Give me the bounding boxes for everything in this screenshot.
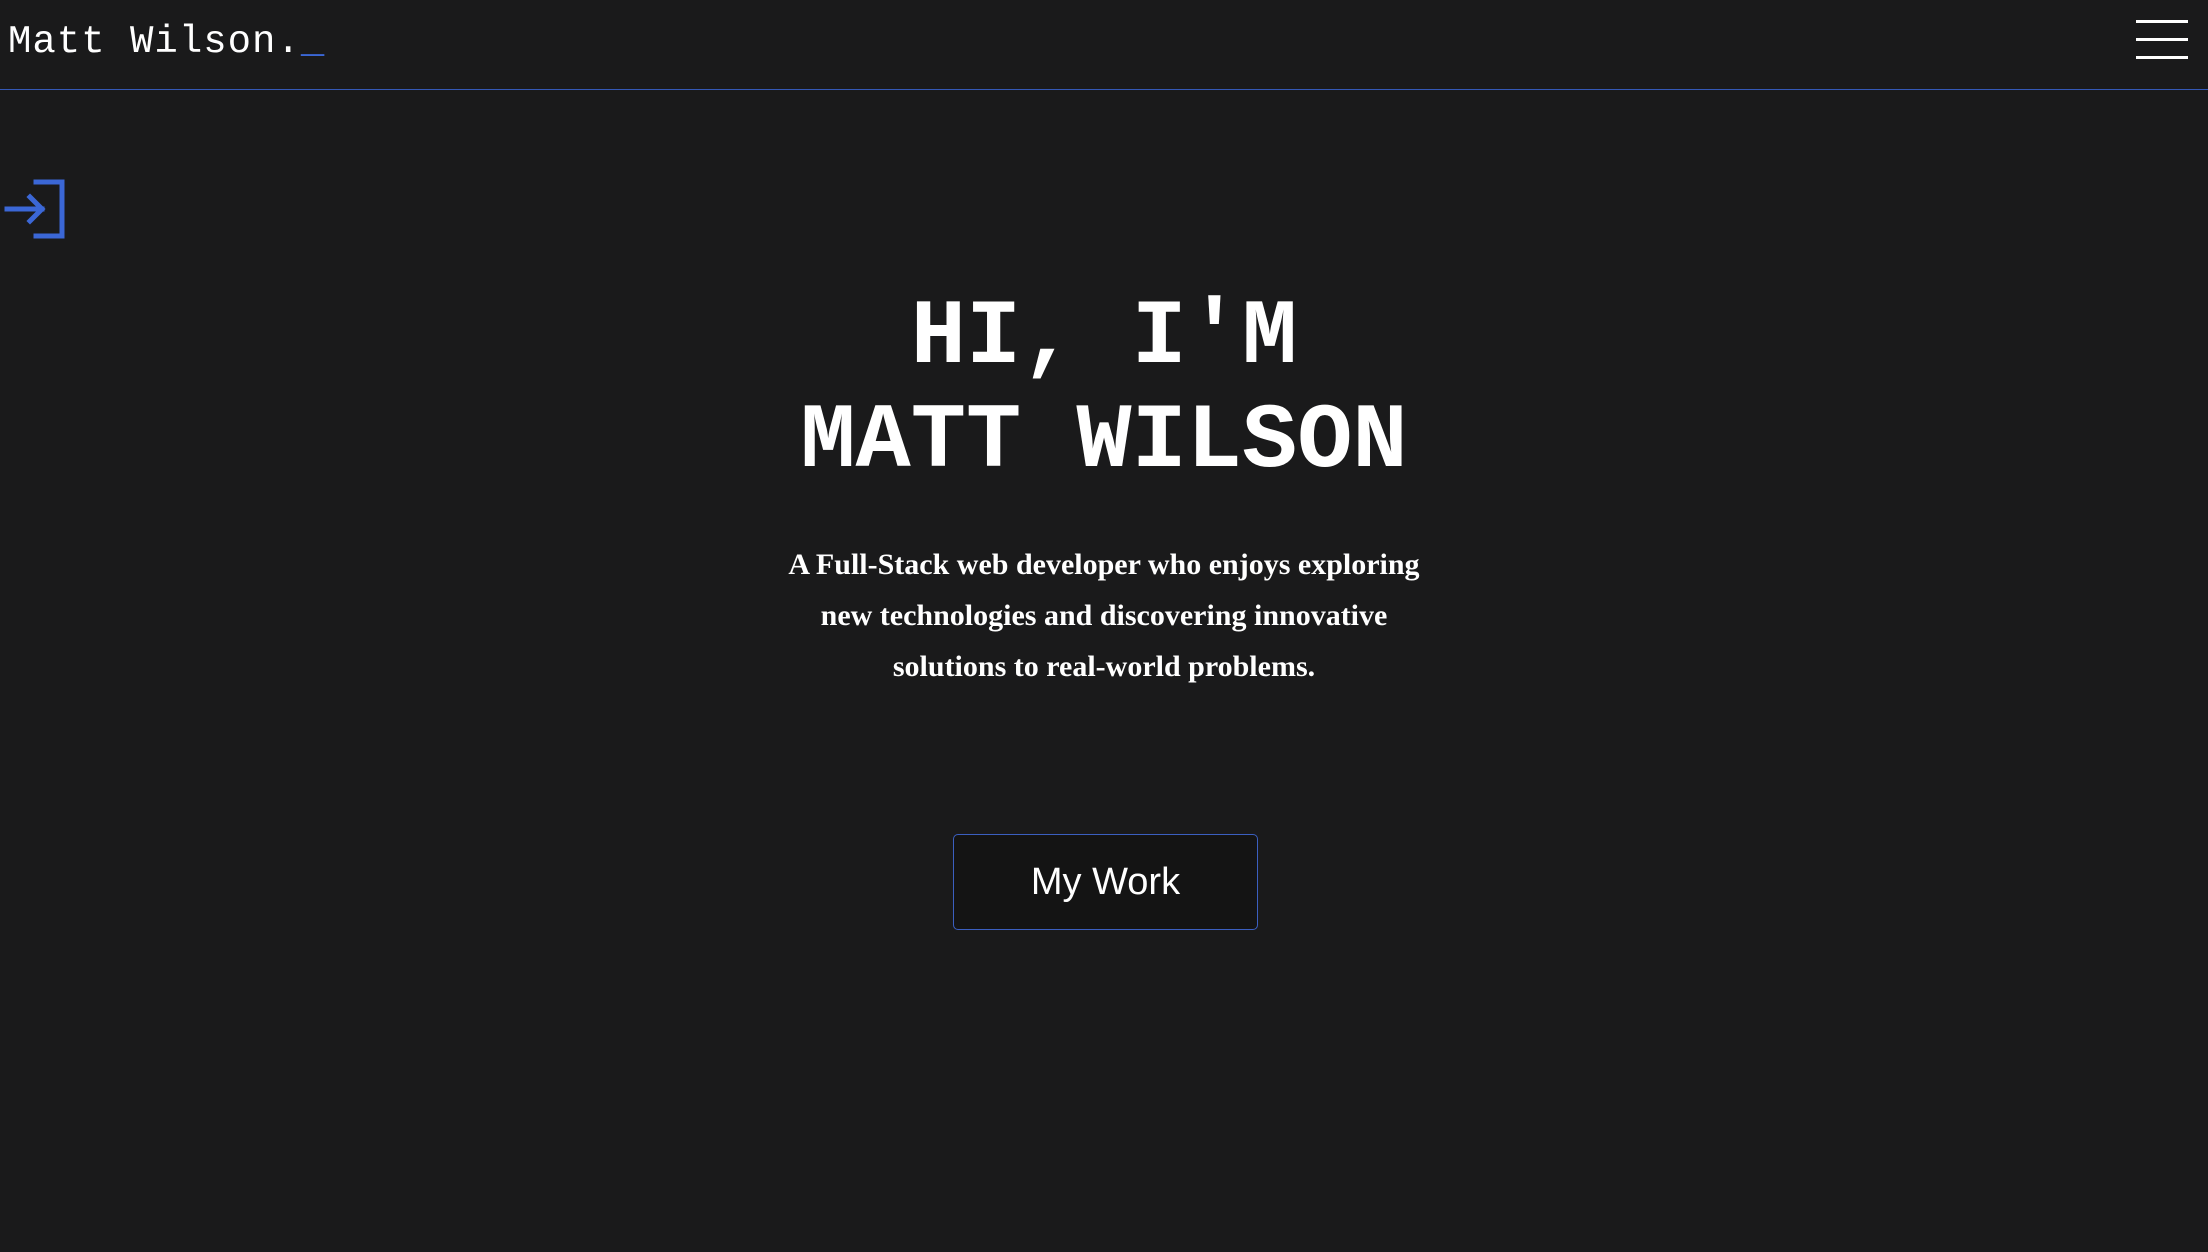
my-work-button[interactable]: My Work xyxy=(953,834,1258,930)
hero-title-line2: MATT WILSON xyxy=(800,389,1408,494)
menu-bar-middle xyxy=(2136,38,2188,41)
brand-logo[interactable]: Matt Wilson._ xyxy=(8,14,325,70)
brand-cursor: _ xyxy=(300,20,326,64)
hero-title: HI, I'M MATT WILSON xyxy=(0,286,2208,494)
menu-bar-bottom xyxy=(2136,56,2188,59)
login-arrow-icon[interactable] xyxy=(2,178,68,244)
brand-name: Matt Wilson. xyxy=(8,20,301,64)
hero-description: A Full-Stack web developer who enjoys ex… xyxy=(788,548,1420,683)
navbar: Matt Wilson._ xyxy=(0,0,2208,90)
menu-bar-top xyxy=(2136,20,2188,23)
hamburger-menu-icon[interactable] xyxy=(2136,18,2190,62)
hero-title-line1: HI, I'M xyxy=(910,285,1298,390)
